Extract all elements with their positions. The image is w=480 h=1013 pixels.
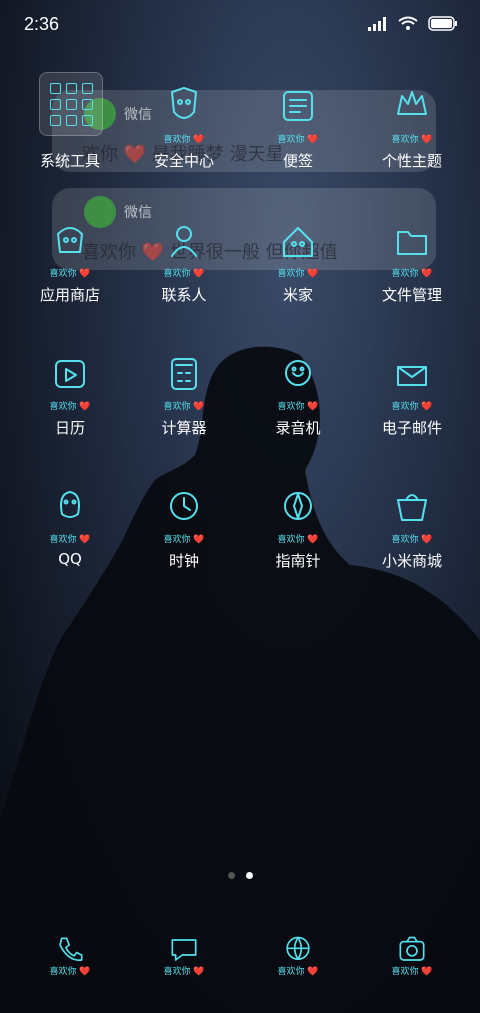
app-theme[interactable]: 喜欢你 ❤️ 个性主题: [354, 84, 470, 194]
app-files[interactable]: 喜欢你 ❤️ 文件管理: [354, 218, 470, 328]
compass-icon: [274, 484, 322, 532]
app-tag: 喜欢你 ❤️: [277, 402, 319, 412]
app-label: 电子邮件: [381, 419, 442, 437]
app-label: QQ: [58, 550, 82, 568]
dock-tag: 喜欢你 ❤️: [49, 967, 91, 977]
app-label: 便签: [282, 152, 313, 170]
status-icons: [368, 16, 458, 31]
theme-icon: [388, 84, 436, 132]
app-clock[interactable]: 喜欢你 ❤️ 时钟: [126, 484, 242, 594]
app-tag: 喜欢你 ❤️: [277, 269, 319, 279]
app-label: 联系人: [161, 286, 207, 304]
app-tag: 喜欢你 ❤️: [163, 135, 205, 145]
app-calculator[interactable]: 喜欢你 ❤️ 计算器: [126, 351, 242, 461]
app-folder[interactable]: 系统工具: [12, 84, 128, 194]
shield-icon: [160, 84, 208, 132]
app-tag: 喜欢你 ❤️: [163, 269, 205, 279]
dock-browser[interactable]: 喜欢你 ❤️: [240, 930, 356, 990]
app-tag: 喜欢你 ❤️: [277, 135, 319, 145]
app-label: 计算器: [161, 419, 207, 437]
clock-icon: [160, 484, 208, 532]
page-indicator: [228, 872, 253, 879]
app-tag: 喜欢你 ❤️: [391, 535, 433, 545]
qq-icon: [46, 484, 94, 532]
store-icon: [46, 218, 94, 266]
dock-tag: 喜欢你 ❤️: [163, 967, 205, 977]
mijia-icon: [274, 218, 322, 266]
app-recorder[interactable]: 喜欢你 ❤️ 录音机: [240, 351, 356, 461]
app-label: 应用商店: [39, 286, 100, 304]
app-label: 系统工具: [39, 152, 100, 170]
app-tag: 喜欢你 ❤️: [163, 402, 205, 412]
app-label: 文件管理: [381, 286, 442, 304]
app-mail[interactable]: 喜欢你 ❤️ 电子邮件: [354, 351, 470, 461]
wifi-icon: [398, 16, 418, 30]
app-shield[interactable]: 喜欢你 ❤️ 安全中心: [126, 84, 242, 194]
app-mi-store[interactable]: 喜欢你 ❤️ 小米商城: [354, 484, 470, 594]
app-label: 安全中心: [153, 152, 214, 170]
app-tag: 喜欢你 ❤️: [391, 269, 433, 279]
files-icon: [388, 218, 436, 266]
app-label: 录音机: [275, 419, 321, 437]
dock-tag: 喜欢你 ❤️: [391, 967, 433, 977]
app-tag: 喜欢你 ❤️: [49, 402, 91, 412]
app-label: 日历: [54, 419, 85, 437]
app-contacts[interactable]: 喜欢你 ❤️ 联系人: [126, 218, 242, 328]
app-mijia[interactable]: 喜欢你 ❤️ 米家: [240, 218, 356, 328]
app-tag: 喜欢你 ❤️: [391, 402, 433, 412]
dock-camera[interactable]: 喜欢你 ❤️: [354, 930, 470, 990]
status-bar: 2:36: [0, 0, 480, 52]
mi-store-icon: [388, 484, 436, 532]
app-compass[interactable]: 喜欢你 ❤️ 指南针: [240, 484, 356, 594]
clock-time: 2:36: [24, 14, 60, 34]
mail-icon: [388, 351, 436, 399]
app-tag: 喜欢你 ❤️: [49, 535, 91, 545]
signal-icon: [368, 16, 386, 31]
app-tag: 喜欢你 ❤️: [391, 135, 433, 145]
dock-phone[interactable]: 喜欢你 ❤️: [12, 930, 128, 990]
app-label: 指南针: [275, 552, 321, 570]
app-tag: 喜欢你 ❤️: [49, 269, 91, 279]
app-label: 个性主题: [381, 152, 442, 170]
page-dot-active[interactable]: [246, 872, 253, 879]
app-notes[interactable]: 喜欢你 ❤️ 便签: [240, 84, 356, 194]
notes-icon: [274, 84, 322, 132]
app-calendar[interactable]: 喜欢你 ❤️ 日历: [12, 351, 128, 461]
app-tag: 喜欢你 ❤️: [277, 535, 319, 545]
app-store[interactable]: 喜欢你 ❤️ 应用商店: [12, 218, 128, 328]
calendar-icon: [46, 351, 94, 399]
dock-tag: 喜欢你 ❤️: [277, 967, 319, 977]
app-label: 米家: [282, 286, 313, 304]
page-dot[interactable]: [228, 872, 235, 879]
app-label: 时钟: [168, 552, 199, 570]
dock-messages[interactable]: 喜欢你 ❤️: [126, 930, 242, 990]
app-label: 小米商城: [381, 552, 442, 570]
calculator-icon: [160, 351, 208, 399]
contacts-icon: [160, 218, 208, 266]
battery-icon: [428, 16, 457, 31]
app-tag: 喜欢你 ❤️: [163, 535, 205, 545]
recorder-icon: [274, 351, 322, 399]
app-qq[interactable]: 喜欢你 ❤️ QQ: [12, 484, 128, 594]
